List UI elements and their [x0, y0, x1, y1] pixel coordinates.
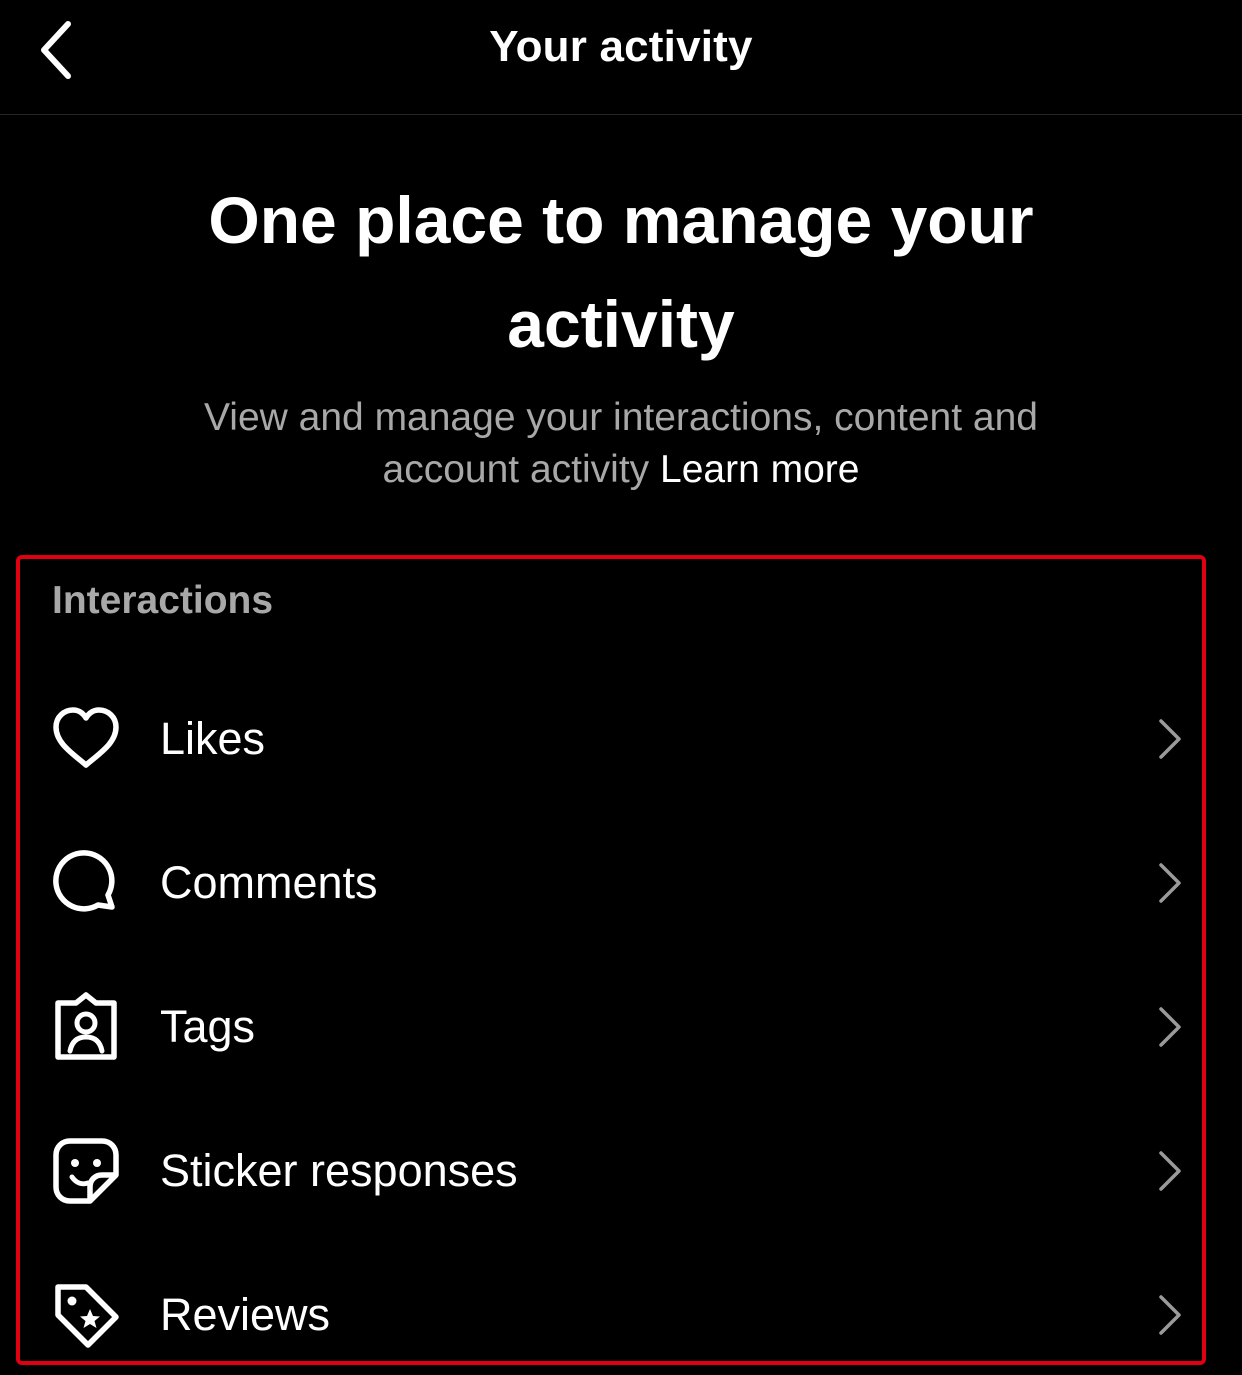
sticker-icon	[50, 1135, 122, 1207]
learn-more-link[interactable]: Learn more	[660, 448, 859, 491]
list-item-label: Tags	[160, 1001, 256, 1052]
comment-bubble-icon	[50, 847, 122, 919]
list-item-comments[interactable]: Comments	[20, 823, 1202, 943]
star-tag-icon	[50, 1279, 122, 1351]
hero-title: One place to manage your activity	[208, 183, 1034, 361]
page-title: Your activity	[489, 22, 753, 71]
chevron-right-icon	[1150, 1285, 1190, 1345]
chevron-right-icon	[1150, 709, 1190, 769]
list-item-reviews[interactable]: Reviews	[20, 1255, 1202, 1375]
interactions-section: Interactions Likes Comments Tags Sticker…	[16, 555, 1206, 1365]
section-title: Interactions	[52, 579, 274, 622]
chevron-right-icon	[1150, 853, 1190, 913]
list-item-label: Likes	[160, 713, 266, 764]
chevron-right-icon	[1150, 997, 1190, 1057]
list-item-label: Sticker responses	[160, 1145, 518, 1196]
hero-subtitle-text: View and manage your interactions, conte…	[204, 396, 1038, 491]
list-item-label: Comments	[160, 857, 378, 908]
list-item-likes[interactable]: Likes	[20, 679, 1202, 799]
tagged-person-icon	[50, 991, 122, 1063]
list-item-sticker-responses[interactable]: Sticker responses	[20, 1111, 1202, 1231]
heart-icon	[50, 703, 122, 775]
list-item-tags[interactable]: Tags	[20, 967, 1202, 1087]
list-item-label: Reviews	[160, 1289, 331, 1340]
top-bar: Your activity	[0, 0, 1242, 115]
chevron-right-icon	[1150, 1141, 1190, 1201]
hero-subtitle: View and manage your interactions, conte…	[150, 392, 1092, 496]
